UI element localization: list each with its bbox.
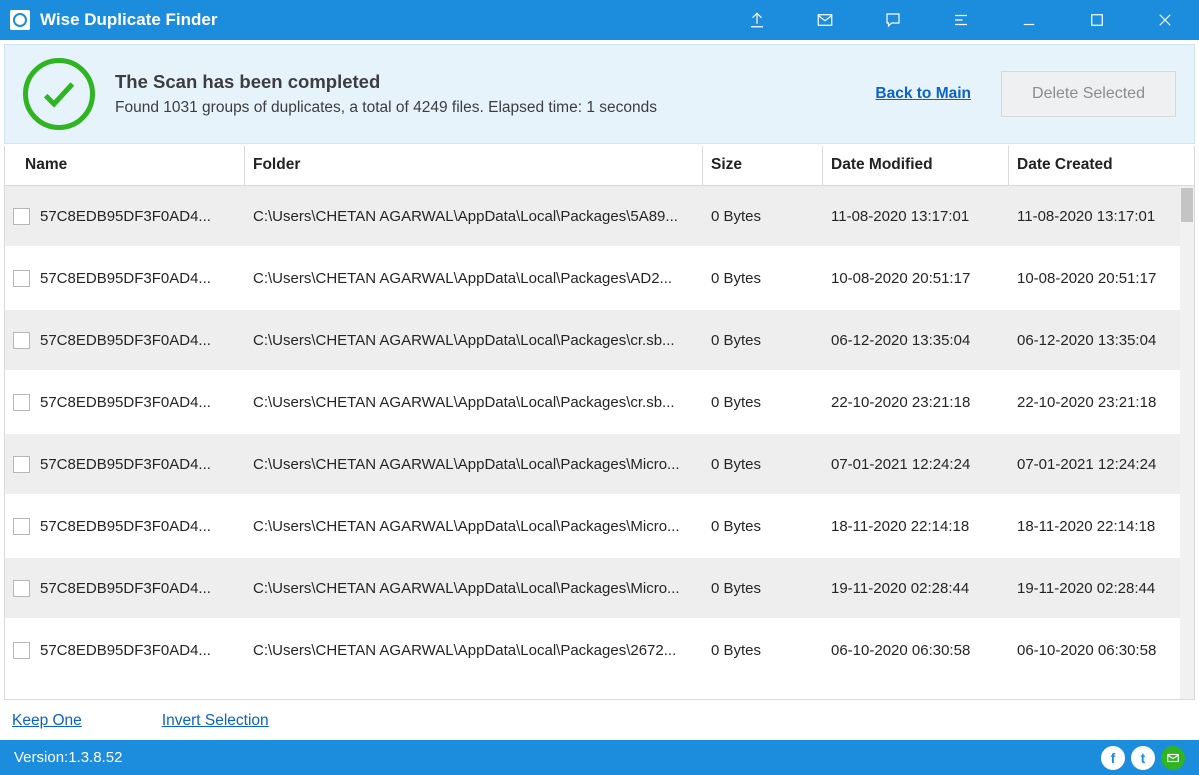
facebook-icon[interactable]: f — [1101, 746, 1125, 770]
file-name: 57C8EDB95DF3F0AD4... — [40, 208, 211, 225]
cell-name: 57C8EDB95DF3F0AD4... — [5, 518, 245, 535]
header-modified[interactable]: Date Modified — [823, 146, 1009, 185]
table-row[interactable]: 57C8EDB95DF3F0AD4... C:\Users\CHETAN AGAR… — [5, 186, 1180, 248]
checkmark-icon — [23, 58, 95, 130]
cell-size: 0 Bytes — [703, 394, 823, 411]
cell-created: 22-10-2020 23:21:18 — [1009, 394, 1180, 411]
titlebar: Wise Duplicate Finder — [0, 0, 1199, 40]
cell-size: 0 Bytes — [703, 456, 823, 473]
cell-created: 06-12-2020 13:35:04 — [1009, 332, 1180, 349]
keep-one-link[interactable]: Keep One — [12, 712, 82, 730]
version-label: Version:1.3.8.52 — [14, 749, 122, 766]
cell-modified: 10-08-2020 20:51:17 — [823, 270, 1009, 287]
upgrade-icon[interactable] — [723, 0, 791, 40]
table-row[interactable]: 57C8EDB95DF3F0AD4... C:\Users\CHETAN AGAR… — [5, 372, 1180, 434]
cell-name: 57C8EDB95DF3F0AD4... — [5, 208, 245, 225]
file-name: 57C8EDB95DF3F0AD4... — [40, 642, 211, 659]
cell-modified: 22-10-2020 23:21:18 — [823, 394, 1009, 411]
cell-name: 57C8EDB95DF3F0AD4... — [5, 580, 245, 597]
cell-size: 0 Bytes — [703, 208, 823, 225]
email-icon[interactable] — [1161, 746, 1185, 770]
cell-created: 06-10-2020 06:30:58 — [1009, 642, 1180, 659]
table-row[interactable]: 57C8EDB95DF3F0AD4... C:\Users\CHETAN AGAR… — [5, 248, 1180, 310]
banner-subtitle: Found 1031 groups of duplicates, a total… — [115, 99, 875, 117]
vertical-scrollbar[interactable] — [1180, 186, 1194, 699]
menu-icon[interactable] — [927, 0, 995, 40]
table-row[interactable]: 57C8EDB95DF3F0AD4... C:\Users\CHETAN AGAR… — [5, 496, 1180, 558]
cell-modified: 06-12-2020 13:35:04 — [823, 332, 1009, 349]
row-checkbox[interactable] — [13, 394, 30, 411]
file-name: 57C8EDB95DF3F0AD4... — [40, 394, 211, 411]
file-name: 57C8EDB95DF3F0AD4... — [40, 518, 211, 535]
row-checkbox[interactable] — [13, 642, 30, 659]
footer-links: Keep One Invert Selection — [4, 703, 1195, 739]
file-name: 57C8EDB95DF3F0AD4... — [40, 456, 211, 473]
header-folder[interactable]: Folder — [245, 146, 703, 185]
twitter-icon[interactable]: t — [1131, 746, 1155, 770]
row-checkbox[interactable] — [13, 456, 30, 473]
table-row[interactable]: 57C8EDB95DF3F0AD4... C:\Users\CHETAN AGAR… — [5, 620, 1180, 682]
statusbar: Version:1.3.8.52 f t — [0, 740, 1199, 775]
cell-name: 57C8EDB95DF3F0AD4... — [5, 332, 245, 349]
table-row[interactable]: 57C8EDB95DF3F0AD4... C:\Users\CHETAN AGAR… — [5, 310, 1180, 372]
cell-modified: 19-11-2020 02:28:44 — [823, 580, 1009, 597]
cell-name: 57C8EDB95DF3F0AD4... — [5, 270, 245, 287]
cell-folder: C:\Users\CHETAN AGARWAL\AppData\Local\Pa… — [245, 580, 703, 597]
row-checkbox[interactable] — [13, 518, 30, 535]
cell-created: 18-11-2020 22:14:18 — [1009, 518, 1180, 535]
header-name[interactable]: Name — [5, 146, 245, 185]
cell-size: 0 Bytes — [703, 332, 823, 349]
row-checkbox[interactable] — [13, 580, 30, 597]
scroll-thumb[interactable] — [1181, 188, 1193, 222]
column-headers: Name Folder Size Date Modified Date Crea… — [5, 146, 1194, 186]
table-row[interactable]: 57C8EDB95DF3F0AD4... C:\Users\CHETAN AGAR… — [5, 558, 1180, 620]
cell-folder: C:\Users\CHETAN AGARWAL\AppData\Local\Pa… — [245, 394, 703, 411]
cell-folder: C:\Users\CHETAN AGARWAL\AppData\Local\Pa… — [245, 332, 703, 349]
banner-title: The Scan has been completed — [115, 71, 875, 93]
cell-folder: C:\Users\CHETAN AGARWAL\AppData\Local\Pa… — [245, 642, 703, 659]
maximize-button[interactable] — [1063, 0, 1131, 40]
cell-created: 19-11-2020 02:28:44 — [1009, 580, 1180, 597]
cell-name: 57C8EDB95DF3F0AD4... — [5, 456, 245, 473]
cell-size: 0 Bytes — [703, 642, 823, 659]
mail-icon[interactable] — [791, 0, 859, 40]
back-to-main-link[interactable]: Back to Main — [875, 85, 971, 103]
header-created[interactable]: Date Created — [1009, 146, 1194, 185]
results-grid: Name Folder Size Date Modified Date Crea… — [4, 146, 1195, 700]
cell-modified: 06-10-2020 06:30:58 — [823, 642, 1009, 659]
cell-folder: C:\Users\CHETAN AGARWAL\AppData\Local\Pa… — [245, 208, 703, 225]
scan-complete-banner: The Scan has been completed Found 1031 g… — [4, 44, 1195, 144]
cell-folder: C:\Users\CHETAN AGARWAL\AppData\Local\Pa… — [245, 270, 703, 287]
invert-selection-link[interactable]: Invert Selection — [162, 712, 269, 730]
cell-folder: C:\Users\CHETAN AGARWAL\AppData\Local\Pa… — [245, 518, 703, 535]
app-icon — [10, 10, 30, 30]
table-row[interactable]: 57C8EDB95DF3F0AD4... C:\Users\CHETAN AGAR… — [5, 434, 1180, 496]
cell-created: 07-01-2021 12:24:24 — [1009, 456, 1180, 473]
rows-viewport: 57C8EDB95DF3F0AD4... C:\Users\CHETAN AGAR… — [5, 186, 1194, 699]
row-checkbox[interactable] — [13, 270, 30, 287]
cell-size: 0 Bytes — [703, 580, 823, 597]
file-name: 57C8EDB95DF3F0AD4... — [40, 332, 211, 349]
delete-selected-button[interactable]: Delete Selected — [1001, 71, 1176, 117]
header-size[interactable]: Size — [703, 146, 823, 185]
feedback-icon[interactable] — [859, 0, 927, 40]
cell-modified: 18-11-2020 22:14:18 — [823, 518, 1009, 535]
cell-size: 0 Bytes — [703, 270, 823, 287]
file-name: 57C8EDB95DF3F0AD4... — [40, 580, 211, 597]
cell-modified: 07-01-2021 12:24:24 — [823, 456, 1009, 473]
row-checkbox[interactable] — [13, 332, 30, 349]
cell-folder: C:\Users\CHETAN AGARWAL\AppData\Local\Pa… — [245, 456, 703, 473]
cell-name: 57C8EDB95DF3F0AD4... — [5, 394, 245, 411]
cell-created: 11-08-2020 13:17:01 — [1009, 208, 1180, 225]
window-title: Wise Duplicate Finder — [40, 10, 217, 30]
cell-name: 57C8EDB95DF3F0AD4... — [5, 642, 245, 659]
close-button[interactable] — [1131, 0, 1199, 40]
row-checkbox[interactable] — [13, 208, 30, 225]
cell-size: 0 Bytes — [703, 518, 823, 535]
file-name: 57C8EDB95DF3F0AD4... — [40, 270, 211, 287]
minimize-button[interactable] — [995, 0, 1063, 40]
cell-created: 10-08-2020 20:51:17 — [1009, 270, 1180, 287]
cell-modified: 11-08-2020 13:17:01 — [823, 208, 1009, 225]
